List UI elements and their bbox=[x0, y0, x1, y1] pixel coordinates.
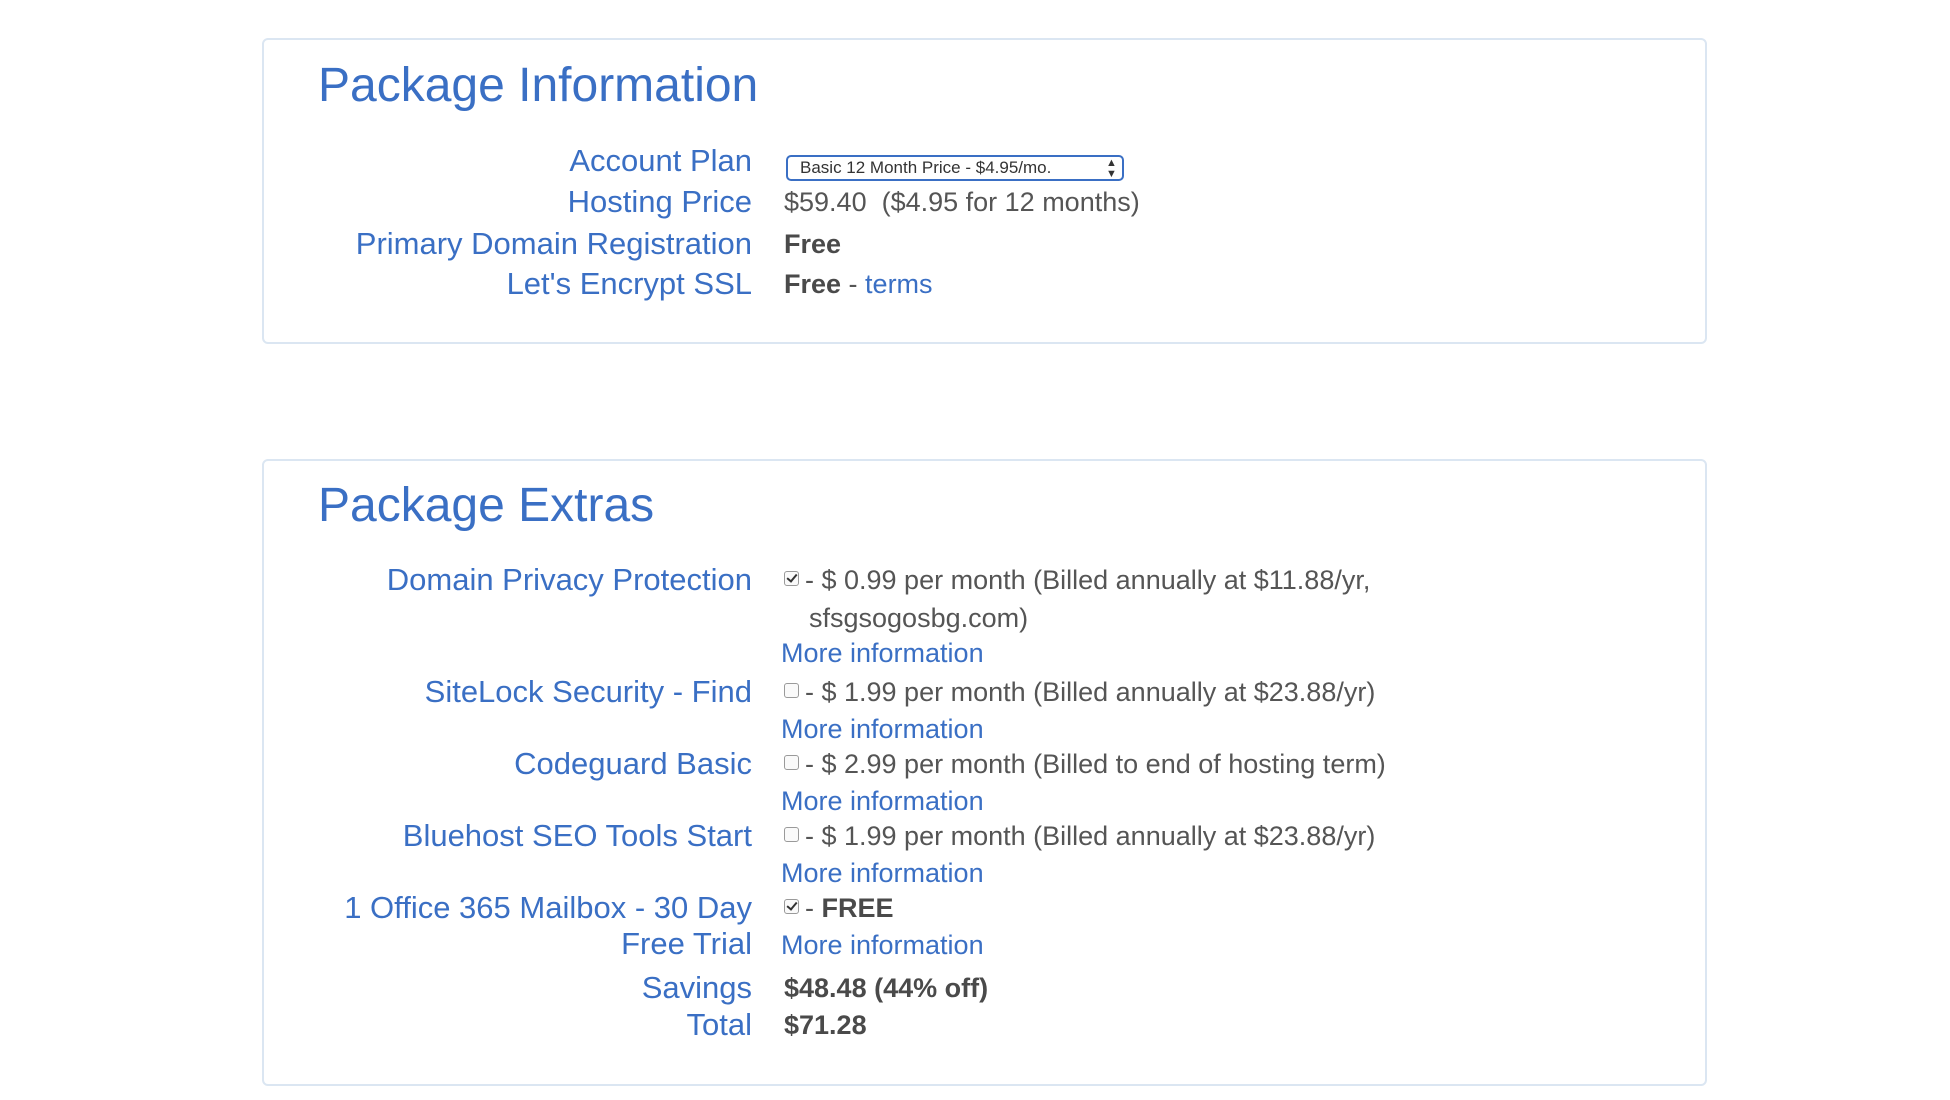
sitelock-checkbox[interactable] bbox=[784, 683, 799, 698]
codeguard-more-info-link[interactable]: More information bbox=[781, 784, 984, 818]
seo-tools-price-line: - $ 1.99 per month (Billed annually at $… bbox=[784, 818, 1375, 854]
codeguard-price: - $ 2.99 per month (Billed to end of hos… bbox=[805, 749, 1386, 779]
office365-checkbox[interactable] bbox=[784, 899, 799, 914]
hosting-price-value: $59.40 ($4.95 for 12 months) bbox=[784, 187, 1140, 217]
package-information-panel: Package Information Account Plan Basic 1… bbox=[262, 38, 1707, 344]
office365-label: 1 Office 365 Mailbox - 30 Day Free Trial bbox=[232, 890, 752, 962]
savings-label: Savings bbox=[641, 970, 752, 1005]
account-plan-label: Account Plan bbox=[569, 143, 752, 178]
office365-price-line: - FREE bbox=[784, 890, 894, 926]
total-value: $71.28 bbox=[784, 1010, 867, 1040]
domain-privacy-label: Domain Privacy Protection bbox=[386, 562, 752, 597]
sitelock-price: - $ 1.99 per month (Billed annually at $… bbox=[805, 677, 1376, 707]
office365-price-prefix: - bbox=[805, 893, 814, 923]
seo-tools-label: Bluehost SEO Tools Start bbox=[402, 818, 752, 853]
ssl-label: Let's Encrypt SSL bbox=[506, 266, 752, 301]
office365-label-line2: Free Trial bbox=[621, 926, 752, 961]
domain-privacy-more-info-link[interactable]: More information bbox=[781, 636, 984, 670]
ssl-value: Free bbox=[784, 269, 842, 299]
seo-tools-price: - $ 1.99 per month (Billed annually at $… bbox=[805, 821, 1376, 851]
codeguard-price-line: - $ 2.99 per month (Billed to end of hos… bbox=[784, 746, 1386, 782]
office365-more-info-link[interactable]: More information bbox=[781, 928, 984, 962]
domain-privacy-price: - $ 0.99 per month (Billed annually at $… bbox=[805, 565, 1371, 595]
ssl-terms-link[interactable]: terms bbox=[865, 269, 933, 299]
domain-privacy-price-line: - $ 0.99 per month (Billed annually at $… bbox=[784, 562, 1370, 598]
domain-privacy-price-continuation: sfsgsogosbg.com) bbox=[809, 603, 1029, 633]
codeguard-label: Codeguard Basic bbox=[514, 746, 752, 781]
savings-value: $48.48 (44% off) bbox=[784, 973, 989, 1003]
account-plan-selected-value: Basic 12 Month Price - $4.95/mo. bbox=[800, 157, 1052, 177]
hosting-price-label: Hosting Price bbox=[567, 184, 752, 219]
sitelock-more-info-link[interactable]: More information bbox=[781, 712, 984, 746]
domain-privacy-checkbox[interactable] bbox=[784, 571, 799, 586]
codeguard-checkbox[interactable] bbox=[784, 755, 799, 770]
select-updown-arrow-icon: ▲ ▼ bbox=[1106, 156, 1117, 180]
primary-domain-value: Free bbox=[784, 229, 842, 259]
office365-label-line1: 1 Office 365 Mailbox - 30 Day bbox=[344, 890, 752, 925]
primary-domain-label: Primary Domain Registration bbox=[355, 226, 752, 261]
total-label: Total bbox=[686, 1007, 752, 1042]
package-information-title: Package Information bbox=[318, 59, 759, 112]
ssl-separator: - bbox=[841, 269, 866, 299]
sitelock-label: SiteLock Security - Find bbox=[424, 674, 752, 709]
package-extras-title: Package Extras bbox=[318, 479, 655, 532]
sitelock-price-line: - $ 1.99 per month (Billed annually at $… bbox=[784, 674, 1375, 710]
account-plan-select[interactable]: Basic 12 Month Price - $4.95/mo. ▲ ▼ bbox=[786, 154, 1124, 181]
seo-tools-more-info-link[interactable]: More information bbox=[781, 856, 984, 890]
package-extras-panel: Package Extras Domain Privacy Protection… bbox=[262, 459, 1707, 1086]
seo-tools-checkbox[interactable] bbox=[784, 827, 799, 842]
office365-price: FREE bbox=[821, 893, 894, 923]
